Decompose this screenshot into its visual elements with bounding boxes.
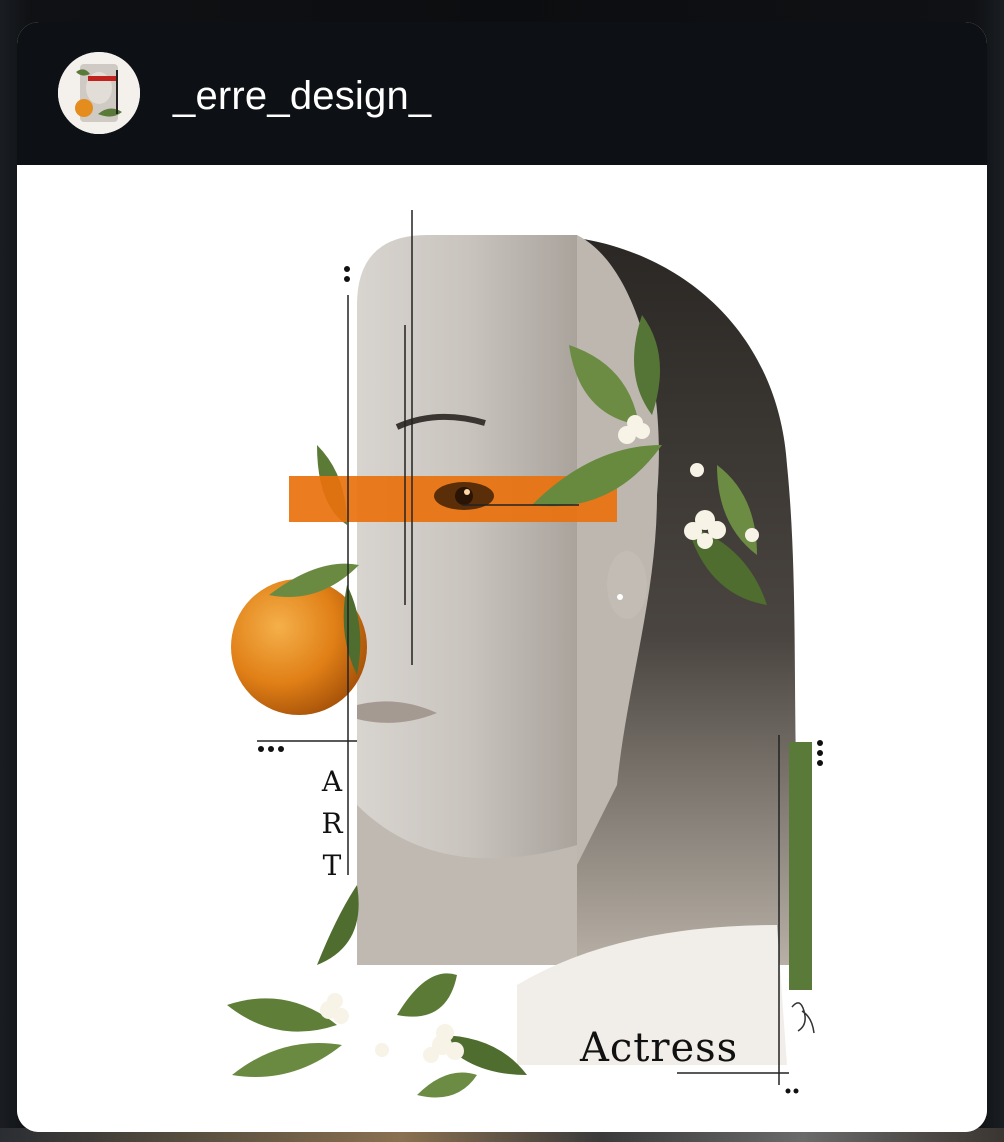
signature — [791, 1002, 815, 1034]
avatar-collage-icon — [58, 52, 140, 134]
actress-caption: Actress — [580, 1025, 739, 1071]
art-letter-r: R — [321, 807, 343, 840]
leaf-2 — [269, 563, 359, 597]
green-bar — [789, 742, 812, 990]
username-label[interactable]: _erre_design_ — [173, 72, 431, 120]
profile-avatar[interactable] — [58, 52, 140, 134]
art-letter-a: A — [321, 765, 343, 798]
artwork-collage — [227, 210, 823, 1098]
ear — [607, 551, 647, 619]
earring — [617, 594, 623, 600]
leaf-9 — [227, 998, 337, 1032]
leaf-11 — [232, 1043, 342, 1077]
post-image[interactable]: A R T Actress — [17, 165, 987, 1132]
post-header: _erre_design_ — [17, 22, 987, 165]
leaf-14 — [417, 1072, 477, 1098]
art-letter-t: T — [322, 849, 342, 882]
post-card: _erre_design_ A R T Actress — [17, 22, 987, 1132]
leaf-12 — [397, 973, 457, 1017]
leaf-10 — [317, 885, 359, 965]
